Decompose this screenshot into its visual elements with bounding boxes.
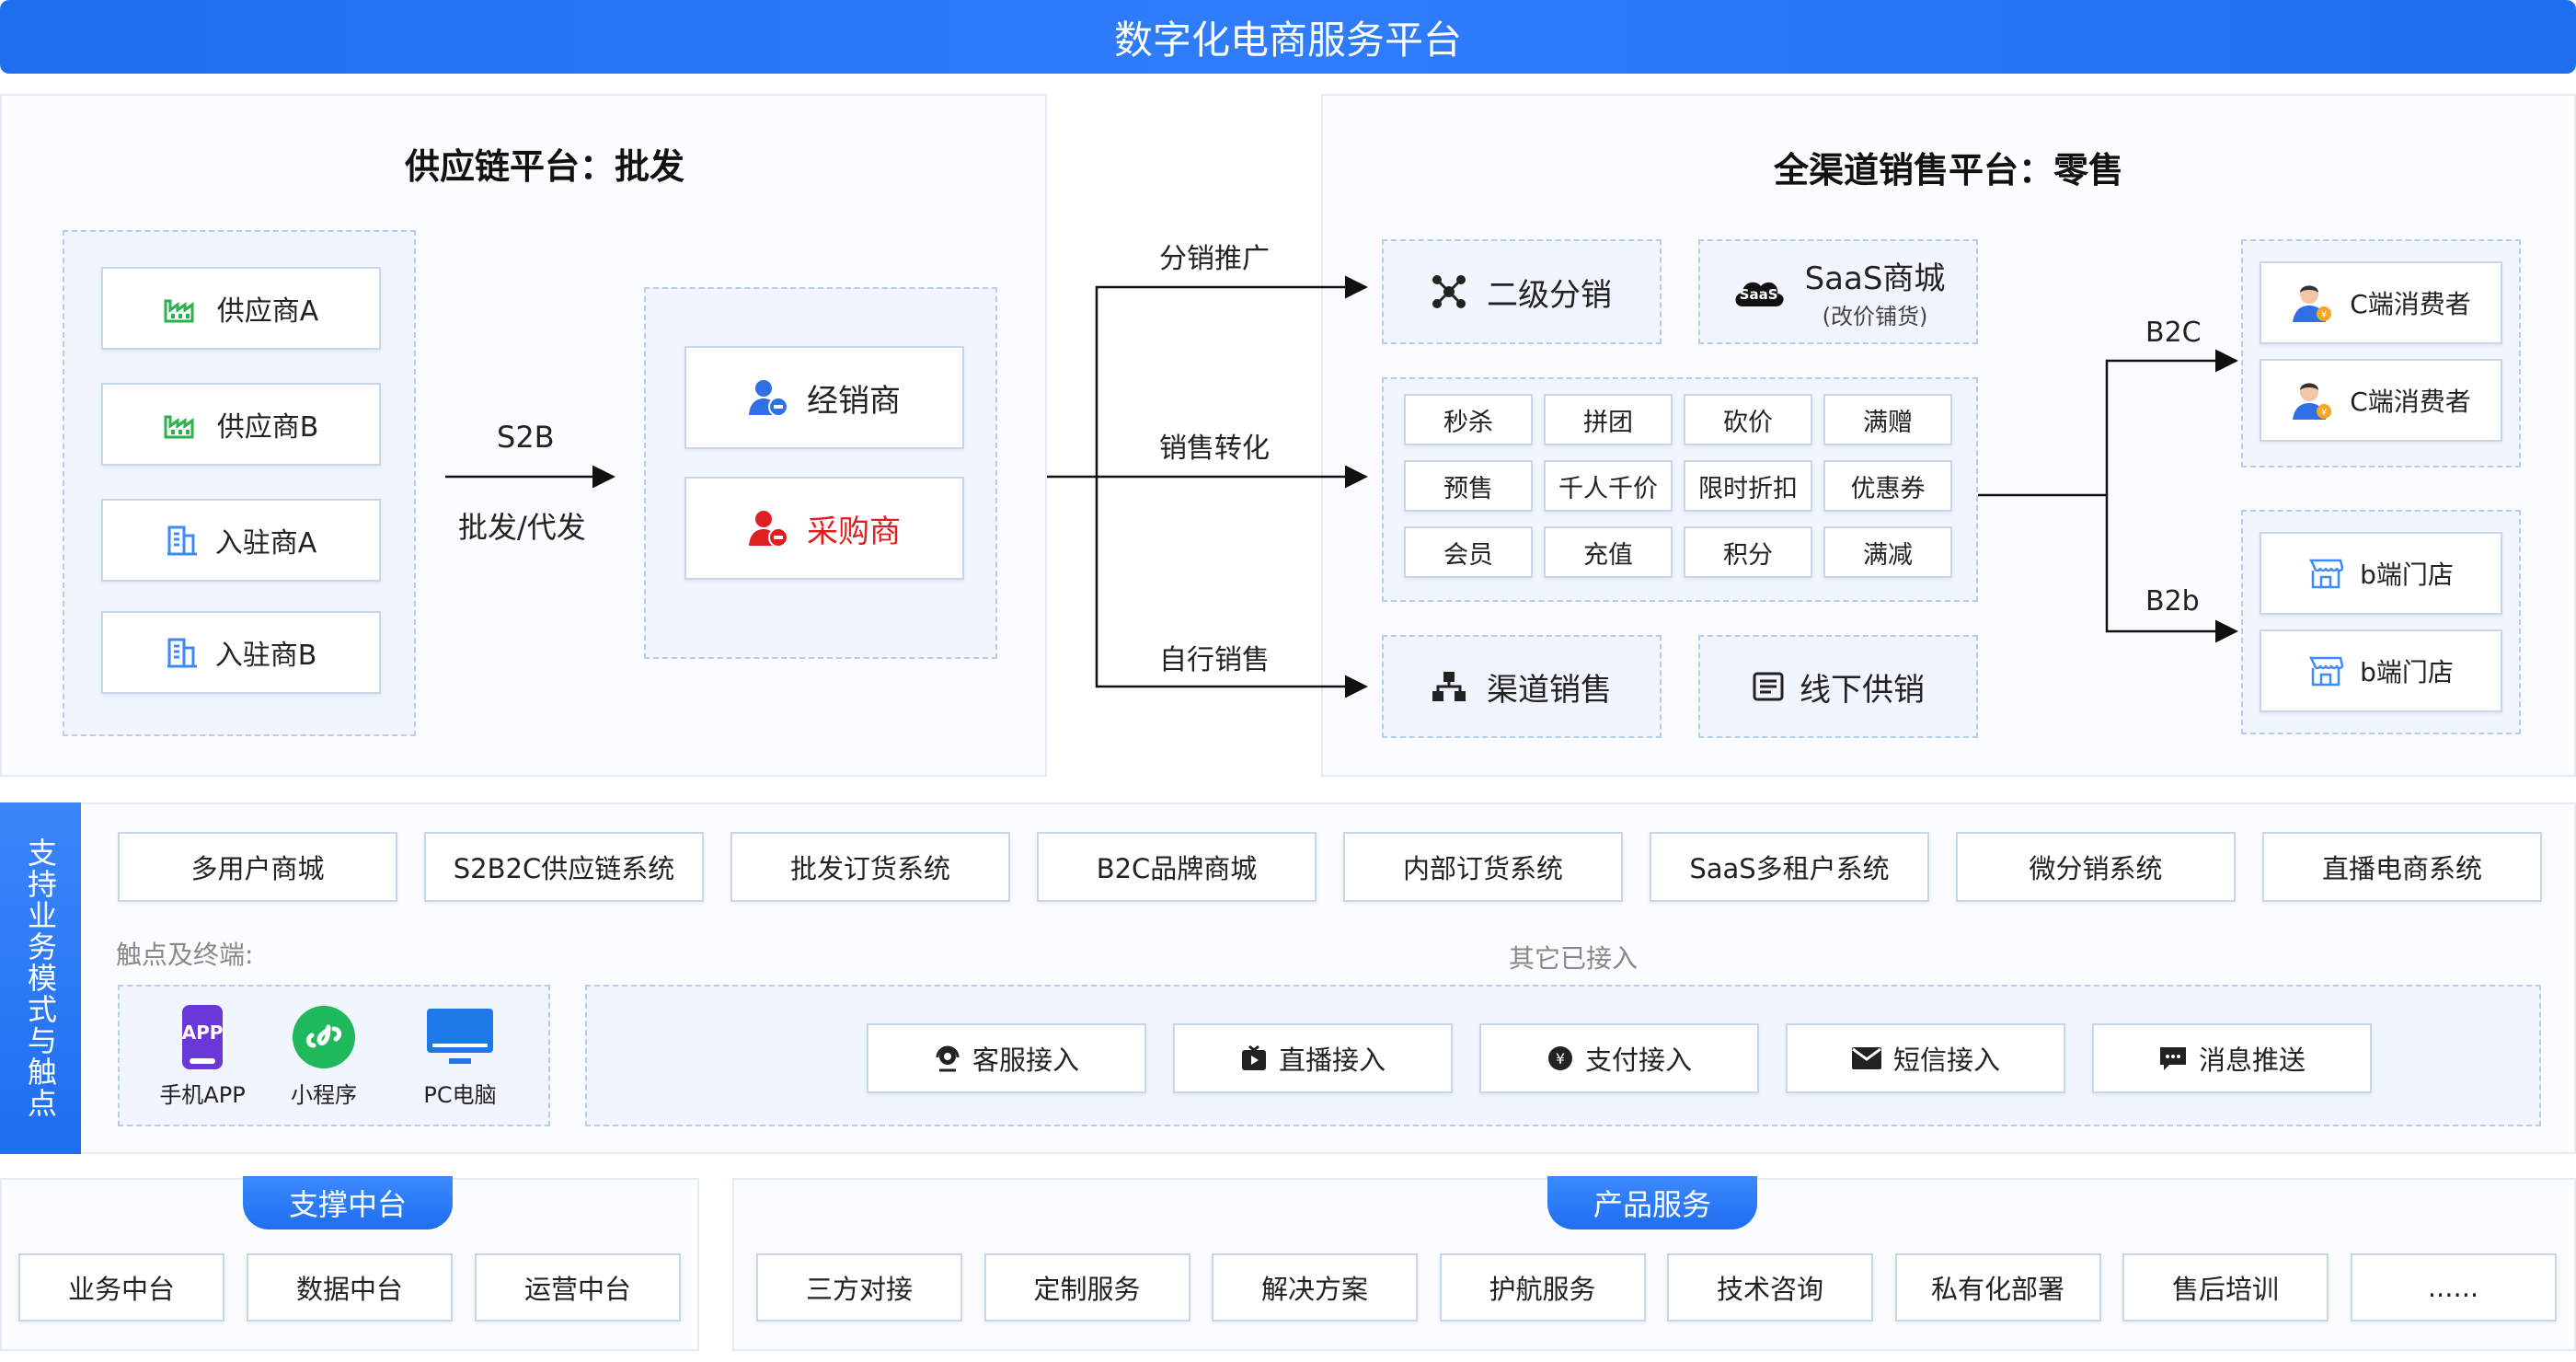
others-label: 其它已接入: [1509, 943, 1639, 974]
integration-label: 消息推送: [2198, 1045, 2306, 1076]
self-sale-arrow: [1095, 477, 1368, 698]
terminal-app[interactable]: APP 手机APP: [147, 1005, 258, 1114]
product-service-card[interactable]: 私有化部署: [1894, 1253, 2101, 1322]
terminal-miniprogram[interactable]: 小程序: [269, 1005, 379, 1114]
product-service-card[interactable]: 解决方案: [1212, 1253, 1418, 1322]
integration-card[interactable]: 短信接入: [1786, 1023, 2065, 1093]
product-service-card[interactable]: 护航服务: [1439, 1253, 1646, 1322]
integration-card[interactable]: 消息推送: [2092, 1023, 2372, 1093]
distribution-arrow: [1095, 275, 1368, 477]
system-card[interactable]: 批发订货系统: [730, 832, 1010, 902]
integration-card[interactable]: 客服接入: [867, 1023, 1146, 1093]
app-badge-text: APP: [181, 1022, 224, 1044]
integration-label: 直播接入: [1278, 1045, 1386, 1076]
b2c-arrow: [2105, 349, 2238, 495]
svg-text:¥: ¥: [1556, 1050, 1565, 1068]
flow-connectors: [445, 275, 2238, 698]
product-service-title: 产品服务: [1547, 1176, 1757, 1229]
terminal-pc[interactable]: PC电脑: [405, 1005, 515, 1114]
system-card[interactable]: B2C品牌商城: [1037, 832, 1317, 902]
message-push-icon: [2158, 1045, 2188, 1072]
live-stream-icon: [1240, 1045, 1268, 1072]
terminal-pc-label: PC电脑: [423, 1082, 497, 1108]
system-card[interactable]: 直播电商系统: [2262, 832, 2542, 902]
payment-icon: ¥: [1547, 1045, 1574, 1072]
product-service-card[interactable]: 三方对接: [756, 1253, 962, 1322]
system-card[interactable]: S2B2C供应链系统: [424, 832, 704, 902]
touchpoint-label: 触点及终端:: [116, 940, 254, 970]
system-card[interactable]: 内部订货系统: [1343, 832, 1623, 902]
b2b-arrow: [2105, 495, 2238, 643]
system-card[interactable]: SaaS多租户系统: [1650, 832, 1929, 902]
terminal-app-label: 手机APP: [159, 1082, 246, 1108]
integration-label: 客服接入: [972, 1045, 1079, 1076]
mini-program-icon: [292, 1005, 356, 1069]
middle-platform-card[interactable]: 运营中台: [475, 1253, 681, 1322]
middle-platform-card[interactable]: 业务中台: [18, 1253, 224, 1322]
product-service-card[interactable]: 定制服务: [983, 1253, 1190, 1322]
pc-monitor-icon: [425, 1005, 495, 1069]
system-card[interactable]: 微分销系统: [1956, 832, 2236, 902]
middle-platform-card[interactable]: 数据中台: [247, 1253, 453, 1322]
support-side-label: 支持业务模式与触点: [0, 802, 81, 1154]
product-service-card[interactable]: 售后培训: [2122, 1253, 2329, 1322]
middle-platform-title: 支撑中台: [243, 1176, 453, 1229]
integration-card[interactable]: 直播接入: [1173, 1023, 1453, 1093]
product-service-card[interactable]: ......: [2350, 1253, 2557, 1322]
integration-label: 支付接入: [1584, 1045, 1692, 1076]
system-card[interactable]: 多用户商城: [118, 832, 397, 902]
customer-service-icon: [934, 1045, 961, 1072]
mobile-app-icon: APP: [177, 1005, 228, 1069]
integration-label: 短信接入: [1892, 1045, 2000, 1076]
terminal-mini-label: 小程序: [291, 1082, 357, 1108]
sms-mail-icon: [1851, 1046, 1882, 1070]
product-service-card[interactable]: 技术咨询: [1667, 1253, 1873, 1322]
integration-card[interactable]: ¥ 支付接入: [1479, 1023, 1759, 1093]
